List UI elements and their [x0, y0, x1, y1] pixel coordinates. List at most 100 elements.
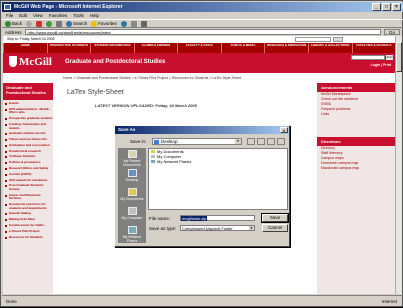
- left-nav-item[interactable]: Postdoctoral research: [5, 149, 53, 154]
- directions-header: Directions: [317, 137, 395, 146]
- dialog-close-button[interactable]: ×: [280, 127, 288, 133]
- cancel-button[interactable]: Cancel: [262, 224, 288, 232]
- mail-icon: [130, 20, 137, 27]
- left-nav-item[interactable]: Graduate student records: [5, 132, 53, 136]
- print-button[interactable]: [140, 20, 147, 27]
- network-icon: [151, 160, 155, 163]
- left-nav-item[interactable]: Post Graduate Students' Society: [5, 183, 53, 191]
- left-nav-item[interactable]: Policies & procedures: [5, 161, 53, 165]
- banner-links[interactable]: Login | Print: [371, 63, 391, 67]
- left-nav-item[interactable]: e-Thesis Pilot Project: [5, 229, 53, 234]
- place-my-documents[interactable]: My Documents: [118, 186, 146, 205]
- close-button[interactable]: ×: [392, 3, 401, 11]
- left-nav-item[interactable]: Career and Placement Services: [5, 193, 53, 201]
- place-my-computer[interactable]: My Computer: [118, 205, 146, 224]
- menu-tools[interactable]: Tools: [73, 12, 84, 19]
- left-nav-item[interactable]: Graduation and convocation: [5, 143, 53, 148]
- save-type-select[interactable]: Compressed (zipped) Folder ▼: [180, 225, 255, 231]
- nav-public[interactable]: PUBLIC & MEDIA: [220, 43, 265, 53]
- menu-help[interactable]: Help: [90, 12, 99, 19]
- back-button[interactable]: Back: [5, 20, 22, 27]
- place-network[interactable]: My Network Places: [118, 224, 146, 243]
- back-folder-button[interactable]: [247, 138, 255, 145]
- left-nav-item[interactable]: Prospective graduate students: [5, 117, 53, 121]
- menu-edit[interactable]: Edit: [19, 12, 27, 19]
- file-name-label: File name:: [149, 216, 171, 221]
- find-button[interactable]: Find: [386, 55, 393, 60]
- refresh-button[interactable]: [46, 20, 53, 27]
- save-in-select[interactable]: Desktop ▼: [152, 138, 242, 145]
- zone-text: Internet: [381, 299, 397, 304]
- nav-home[interactable]: HOME: [3, 43, 47, 53]
- nav-faculty[interactable]: FACULTY & STAFF: [177, 43, 221, 53]
- address-input[interactable]: http://www.mcgill.ca/gps/thesis/resource…: [24, 29, 381, 35]
- maximize-button[interactable]: □: [382, 3, 391, 11]
- stop-button[interactable]: [36, 20, 43, 27]
- new-folder-button[interactable]: [267, 138, 275, 145]
- chevron-down-icon[interactable]: ▼: [235, 139, 241, 144]
- page-title: LaTex Style-Sheet: [67, 89, 124, 96]
- chevron-down-icon[interactable]: ▼: [249, 226, 254, 230]
- save-as-dialog: Save As × Save in: Desktop ▼ My Recent D…: [114, 125, 290, 247]
- scroll-thumb[interactable]: [396, 42, 402, 72]
- menu-view[interactable]: View: [33, 12, 43, 19]
- left-nav-item[interactable]: Events: [5, 101, 53, 106]
- quick-search-button[interactable]: ›: [333, 37, 343, 42]
- place-desktop[interactable]: Desktop: [118, 167, 146, 186]
- refresh-icon: [46, 20, 53, 27]
- left-nav-item[interactable]: Commissioner for Oaths: [5, 223, 53, 228]
- mcgill-crest-icon: [9, 56, 17, 67]
- quick-search-input[interactable]: [295, 37, 331, 42]
- left-nav-item[interactable]: Making Grds Meet: [5, 218, 53, 222]
- print-icon: [140, 20, 147, 27]
- left-nav-item[interactable]: Thesis and non-thesis info: [5, 137, 53, 142]
- minimize-button[interactable]: _: [372, 3, 381, 11]
- left-nav-item[interactable]: GPS awards for excellence: [5, 178, 53, 183]
- file-item[interactable]: My Network Places: [149, 159, 287, 164]
- forward-button[interactable]: [26, 20, 33, 27]
- vertical-scrollbar[interactable]: [395, 36, 402, 294]
- file-name-input[interactable]: mcgthesis.zip: [180, 215, 255, 221]
- favorites-button[interactable]: Favorites: [91, 20, 117, 27]
- left-nav-header[interactable]: Graduate and Postdoctoral Studies: [3, 83, 53, 100]
- nav-library[interactable]: LIBRARY & COLLECTIONS: [307, 43, 352, 53]
- right-link[interactable]: Macdonald campus map: [317, 166, 395, 171]
- forward-arrow-icon: [26, 20, 33, 27]
- window-title: McGill Web Page - Microsoft Internet Exp…: [14, 4, 123, 10]
- computer-icon: [127, 207, 137, 215]
- left-nav-item[interactable]: Toolbase Scholars: [5, 155, 53, 159]
- file-list: My Documents My Computer My Network Plac…: [148, 148, 288, 210]
- place-label: My Network Places: [122, 235, 142, 243]
- search-button[interactable]: Search: [66, 20, 88, 27]
- mail-button[interactable]: [130, 20, 137, 27]
- announcements-header: Announcements: [317, 83, 395, 92]
- left-nav-item[interactable]: Smooth Sailing: [5, 212, 53, 216]
- left-nav-item[interactable]: Documents and forms for students and dep…: [5, 202, 53, 210]
- up-folder-button[interactable]: [257, 138, 265, 145]
- history-button[interactable]: [120, 20, 127, 27]
- nav-alumni[interactable]: ALUMNI & FRIENDS: [133, 43, 178, 53]
- left-nav-item[interactable]: Funding: Fellowships and Awards: [5, 122, 53, 130]
- left-nav-item[interactable]: GPS administration - McGill - Who's who: [5, 107, 53, 115]
- nav-student-info[interactable]: STUDENT INFORMATION: [90, 43, 134, 53]
- menu-favorites[interactable]: Favorites: [49, 12, 68, 19]
- left-nav-item[interactable]: Council (CGPS): [5, 172, 53, 177]
- save-in-label: Save in:: [130, 139, 147, 144]
- breadcrumb[interactable]: Home > Graduate and Postdoctoral Studies…: [63, 76, 241, 80]
- search-label: Search: [73, 21, 88, 26]
- view-menu-button[interactable]: [277, 138, 285, 145]
- go-button[interactable]: Go: [384, 29, 400, 35]
- left-nav-item[interactable]: Resources for Students: [5, 235, 53, 240]
- network-icon: [127, 226, 137, 234]
- place-label: My Documents: [120, 197, 144, 201]
- home-button[interactable]: [56, 20, 63, 27]
- menu-file[interactable]: File: [6, 12, 13, 19]
- logo[interactable]: McGill: [19, 56, 52, 68]
- save-button[interactable]: Save: [261, 213, 289, 223]
- nav-prospective[interactable]: PROSPECTIVE STUDENTS: [46, 43, 91, 53]
- nav-faculties[interactable]: FACULTIES & SCHOOLS: [351, 43, 396, 53]
- site-search-input[interactable]: [351, 55, 385, 60]
- place-recent[interactable]: My Recent Documents: [118, 148, 146, 167]
- left-nav-item[interactable]: Research Ethics and Safety: [5, 166, 53, 171]
- nav-research[interactable]: RESEARCH & INNOVATION: [264, 43, 308, 53]
